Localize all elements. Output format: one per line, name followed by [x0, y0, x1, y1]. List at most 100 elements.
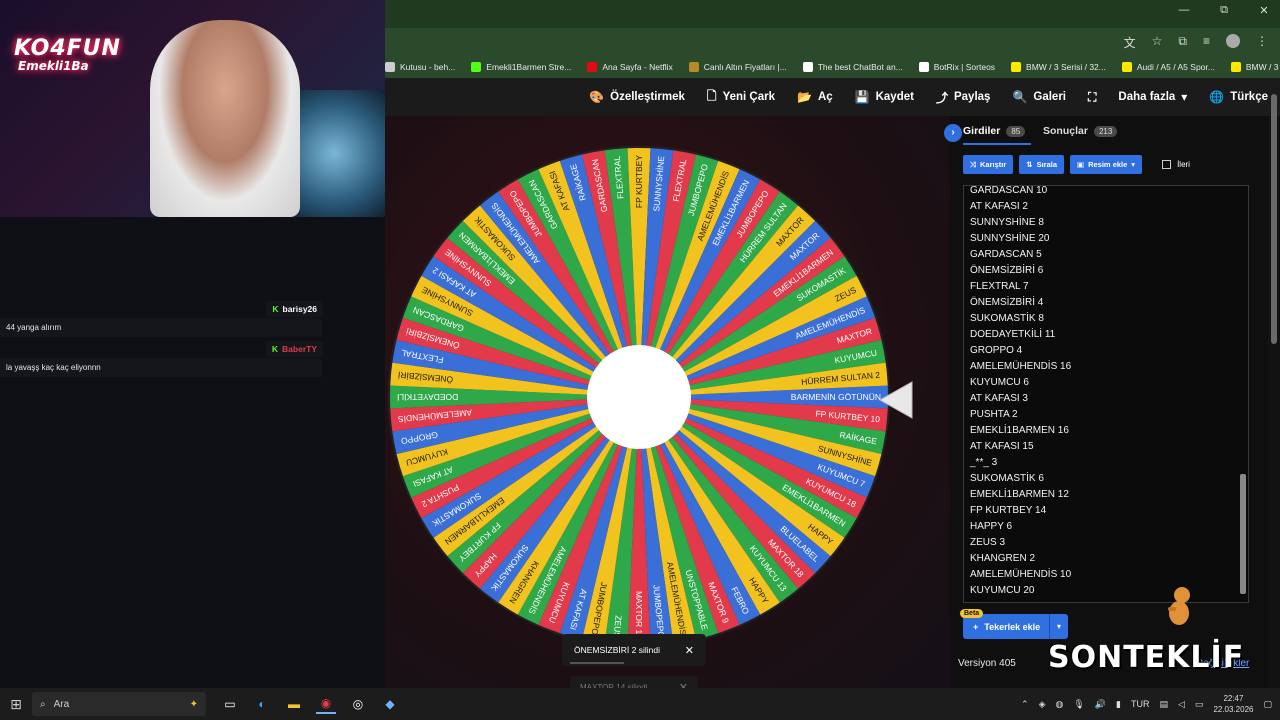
windows-start-icon[interactable]: ⊞: [0, 696, 32, 713]
notifications-icon[interactable]: ▢: [1263, 699, 1272, 710]
profile-avatar[interactable]: [1226, 34, 1240, 48]
entry-line: SUKOMASTİK 6: [970, 473, 1044, 484]
tab-results[interactable]: Sonuçlar 213: [1043, 125, 1118, 137]
microphone-icon[interactable]: 🎙: [1073, 699, 1084, 710]
entries-textarea[interactable]: GARDASCAN 10 AT KAFASI 2 SUNNYSHİNE 8 SUNNY…: [963, 185, 1249, 603]
toast-notification: ÖNEMSİZBİRİ 2 silindi ✕: [562, 634, 706, 666]
sahibinden-icon: [1011, 62, 1022, 72]
shuffle-label: Karıştır: [980, 160, 1007, 169]
more-button[interactable]: Daha fazla ▾: [1118, 90, 1187, 104]
webcam-overlay: KO4FUN Emekli1Ba: [0, 0, 385, 217]
entry-line: ZEUS 3: [970, 537, 1006, 548]
bookmark-item[interactable]: The best ChatBot an...: [802, 62, 903, 72]
entries-actions: ⤨ Karıştır ⇅ Sırala ▣ Resim ekle ▾ İleri: [963, 155, 1190, 174]
add-wheels-dropdown[interactable]: ▾: [1049, 614, 1068, 639]
entry-line: AT KAFASI 2: [970, 201, 1028, 212]
sort-button[interactable]: ⇅ Sırala: [1019, 155, 1064, 174]
chrome-icon[interactable]: ◉: [316, 694, 336, 714]
toast-text: ÖNEMSİZBİRİ 2 silindi: [574, 645, 660, 655]
wheel-center-hub[interactable]: [587, 345, 691, 449]
taskbar-search[interactable]: ⌕ Ara ✦: [32, 692, 206, 716]
page-scroll-thumb[interactable]: [1271, 94, 1277, 344]
bookmarks-bar: Kutusu - beh... Emekli1Barmen Stre... Ana …: [385, 56, 1280, 78]
tab-inputs[interactable]: Girdiler 85: [963, 125, 1026, 137]
input-language[interactable]: TUR: [1131, 699, 1150, 709]
tray-app-icon[interactable]: ◈: [1039, 699, 1046, 710]
bookmark-item[interactable]: Canlı Altın Fiyatları |...: [688, 62, 787, 72]
minimize-button[interactable]: —: [1176, 4, 1192, 17]
entry-line: DOEDAYETKİLİ 11: [970, 329, 1056, 340]
new-wheel-button[interactable]: 🗋 Yeni Çark: [707, 87, 775, 108]
chat-message: la yavaşş kaç kaç eliyonnn: [0, 358, 322, 377]
save-icon: 💾: [854, 90, 870, 104]
page-scrollbar[interactable]: [1270, 86, 1278, 346]
advanced-checkbox[interactable]: İleri: [1162, 160, 1190, 169]
bookmark-label: Emekli1Barmen Stre...: [486, 62, 572, 72]
stream-brand-overlay: SONTEKLİF: [1048, 640, 1245, 675]
close-window-button[interactable]: ✕: [1256, 4, 1272, 17]
tray-app-icon[interactable]: ◍: [1056, 699, 1064, 710]
spin-wheel[interactable]: BARMENİN GÖTÜNÜNFP KURTBEY 10RAİKAGESUNN…: [385, 143, 893, 651]
bookmark-item[interactable]: Kutusu - beh...: [385, 62, 455, 72]
clock-date: 22.03.2026: [1213, 705, 1254, 714]
app-icon[interactable]: ◆: [380, 694, 400, 714]
volume-icon[interactable]: ◁: [1178, 699, 1185, 710]
tray-app-icon[interactable]: ▮: [1116, 699, 1121, 710]
chat-username: Kbarisy26: [266, 301, 323, 317]
customize-button[interactable]: 🎨 Özelleştirmek: [589, 90, 685, 104]
maximize-button[interactable]: ⧉: [1216, 4, 1232, 17]
checkbox-box: [1162, 160, 1172, 169]
gallery-button[interactable]: 🔍 Galeri: [1012, 90, 1066, 104]
media-icon[interactable]: ≡: [1203, 34, 1210, 51]
translate-icon[interactable]: 文: [1124, 34, 1136, 51]
bookmark-label: Kutusu - beh...: [400, 62, 456, 72]
sahibinden-icon: [1230, 62, 1241, 72]
add-image-button[interactable]: ▣ Resim ekle ▾: [1070, 155, 1143, 174]
toast-progress: [570, 662, 624, 664]
language-label: Türkçe: [1230, 91, 1268, 103]
bookmark-item[interactable]: Audi / A5 / A5 Spor...: [1121, 62, 1215, 72]
network-icon[interactable]: ▤: [1159, 699, 1168, 710]
task-view-icon[interactable]: ▭: [220, 694, 240, 714]
background-monitor: [300, 90, 385, 217]
toast-close-button[interactable]: ✕: [685, 644, 694, 657]
entries-scroll-thumb[interactable]: [1240, 474, 1246, 594]
entry-line: KUYUMCU 20: [970, 585, 1035, 596]
entries-scrollbar[interactable]: [1240, 188, 1246, 600]
fullscreen-button[interactable]: ⛶: [1088, 90, 1096, 105]
wheel-slice-label: DOEDAYETKİLİ: [397, 392, 458, 402]
globe-icon: 🌐: [1209, 90, 1225, 104]
shuffle-button[interactable]: ⤨ Karıştır: [963, 155, 1014, 174]
chevron-up-icon[interactable]: ⌃: [1021, 699, 1029, 710]
collapse-panel-button[interactable]: ›: [944, 124, 962, 142]
open-button[interactable]: 📂 Aç: [797, 90, 833, 104]
plus-icon: +: [973, 621, 979, 632]
bookmark-item[interactable]: BMW / 3 Serisi / 32...: [1011, 62, 1106, 72]
extensions-icon[interactable]: ⧉: [1178, 34, 1187, 51]
bookmark-item[interactable]: BotRix | Sorteos: [918, 62, 995, 72]
bookmark-item[interactable]: Emekli1Barmen Stre...: [471, 62, 571, 72]
app-toolbar: 🎨 Özelleştirmek 🗋 Yeni Çark 📂 Aç 💾 Kaydet ⤴ P…: [385, 78, 1280, 116]
kick-icon: K: [271, 344, 279, 354]
entry-line: AT KAFASI 3: [970, 393, 1028, 404]
more-label: Daha fazla: [1118, 91, 1176, 103]
entry-line: ÖNEMSİZBİRİ 4: [970, 297, 1044, 308]
file-explorer-icon[interactable]: ▬: [284, 694, 304, 714]
obs-icon[interactable]: ◎: [348, 694, 368, 714]
battery-icon[interactable]: ▭: [1195, 699, 1204, 710]
advanced-label: İleri: [1177, 160, 1190, 169]
taskbar-clock[interactable]: 22:47 22.03.2026: [1213, 693, 1253, 715]
menu-icon[interactable]: ⋮: [1256, 34, 1268, 51]
volume-icon[interactable]: 🔊: [1095, 699, 1106, 710]
edge-icon[interactable]: ◐: [252, 694, 272, 714]
save-button[interactable]: 💾 Kaydet: [855, 90, 914, 104]
search-icon: ⌕: [40, 698, 46, 710]
star-icon[interactable]: ☆: [1152, 34, 1163, 51]
language-button[interactable]: 🌐 Türkçe: [1209, 90, 1268, 104]
share-icon: ⤴: [935, 90, 948, 105]
version-label: Versiyon 405: [958, 658, 1016, 669]
share-button[interactable]: ⤴ Paylaş: [936, 89, 990, 106]
bookmark-item[interactable]: BMW / 3 Serisi / 32...: [1230, 62, 1280, 72]
bookmark-item[interactable]: Ana Sayfa - Netflix: [587, 62, 673, 72]
palette-icon: 🎨: [589, 90, 605, 104]
